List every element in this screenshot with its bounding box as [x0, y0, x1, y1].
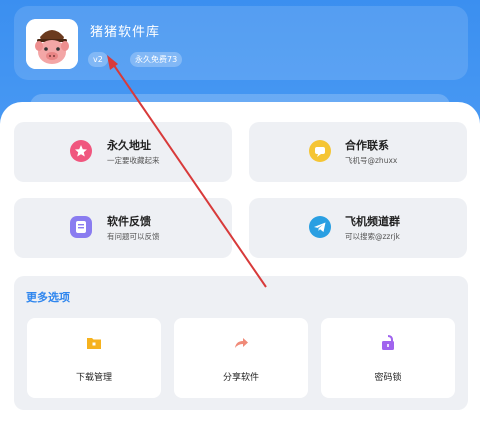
tile-subtitle: 有问题可以反馈 — [107, 232, 160, 241]
pig-logo-icon — [26, 19, 78, 69]
folder-icon — [87, 338, 101, 349]
tile-feedback[interactable]: 软件反馈 有问题可以反馈 — [14, 198, 232, 258]
tile-subtitle: 一定要收藏起来 — [107, 156, 160, 165]
tile-contact[interactable]: 合作联系 飞机号@zhuxx — [249, 122, 467, 182]
more-options-panel: 更多选项 下载管理 分享软件 密码锁 — [14, 276, 468, 410]
tile-subtitle: 可以搜索@zzrjk — [345, 232, 400, 241]
tile-subtitle: 飞机号@zhuxx — [345, 156, 398, 165]
option-label: 密码锁 — [374, 373, 402, 383]
password-lock-button[interactable]: 密码锁 — [321, 318, 455, 398]
telegram-icon — [309, 216, 331, 238]
option-label: 分享软件 — [222, 373, 259, 383]
more-options-title: 更多选项 — [26, 291, 70, 304]
chat-icon — [309, 140, 331, 162]
tile-telegram-channel[interactable]: 飞机频道群 可以搜索@zzrjk — [249, 198, 467, 258]
free-badge: 永久免费73 — [130, 52, 183, 67]
tile-title: 合作联系 — [345, 139, 389, 152]
tile-title: 软件反馈 — [107, 215, 151, 228]
tile-title: 飞机频道群 — [345, 215, 400, 228]
app-name: 猪猪软件库 — [90, 25, 161, 40]
app-logo[interactable] — [26, 19, 78, 69]
tile-permanent-address[interactable]: 永久地址 一定要收藏起来 — [14, 122, 232, 182]
option-label: 下载管理 — [75, 373, 112, 383]
star-icon — [70, 140, 92, 162]
download-manager-button[interactable]: 下载管理 — [27, 318, 161, 398]
feedback-icon — [70, 216, 92, 238]
share-icon — [235, 338, 248, 348]
tile-title: 永久地址 — [107, 139, 151, 152]
version-badge: v2 — [88, 52, 108, 67]
share-software-button[interactable]: 分享软件 — [174, 318, 308, 398]
app-header-card — [14, 6, 468, 80]
unlock-icon — [382, 335, 394, 350]
